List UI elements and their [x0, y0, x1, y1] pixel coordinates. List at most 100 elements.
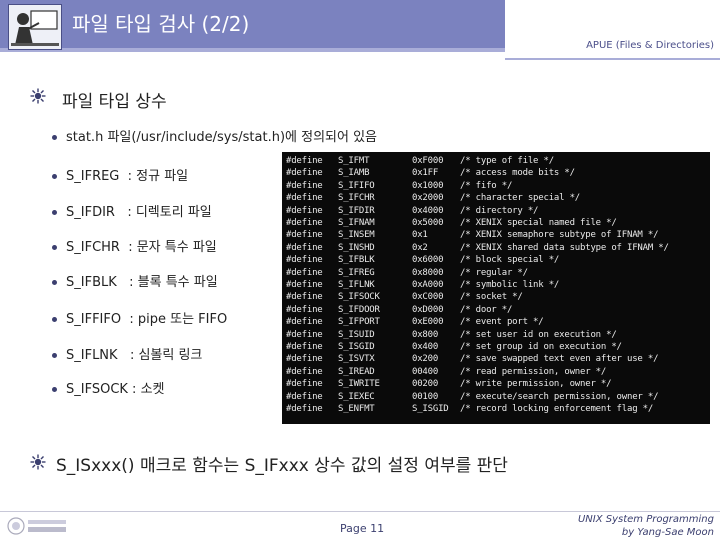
- code-val: 0x1: [412, 230, 428, 241]
- code-cmt: /* directory */: [460, 205, 539, 216]
- code-val: 0x800: [412, 329, 439, 340]
- code-cmt: /* character special */: [460, 193, 581, 204]
- code-def: #define: [286, 218, 323, 228]
- code-cmt: /* write permission, owner */: [460, 379, 612, 390]
- footer-credit: UNIX System Programming by Yang-Sae Moon: [578, 513, 714, 539]
- code-name: S_INSHD: [338, 242, 375, 253]
- code-cmt: /* type of file */: [460, 156, 554, 166]
- credit-line: by Yang-Sae Moon: [621, 527, 714, 538]
- list-item-text: S_IFDIR : 디렉토리 파일: [66, 205, 212, 220]
- code-val: 0x2: [412, 242, 428, 253]
- code-def: #define: [286, 404, 323, 414]
- code-name: S_IFREG: [338, 267, 375, 278]
- code-name: S_IFMT: [338, 156, 370, 166]
- code-def: #define: [286, 391, 323, 402]
- code-def: #define: [286, 317, 323, 328]
- code-cmt: /* record locking enforcement flag */: [460, 404, 654, 414]
- code-val: 0x200: [412, 354, 439, 365]
- code-name: S_IAMB: [338, 168, 370, 179]
- code-val: 0x1FF: [412, 168, 439, 179]
- code-cmt: /* block special */: [460, 255, 560, 266]
- code-val: 0x4000: [412, 205, 444, 216]
- code-name: S_IFLNK: [338, 280, 375, 290]
- code-def: #define: [286, 242, 323, 253]
- code-val: 0xA000: [412, 280, 444, 290]
- code-def: #define: [286, 280, 323, 290]
- list-item: S_IFDIR : 디렉토리 파일: [52, 201, 212, 220]
- code-cmt: /* socket */: [460, 292, 523, 303]
- bullet-dot-icon: [52, 317, 57, 322]
- code-name: S_IFIFO: [338, 180, 375, 191]
- code-val: 0x400: [412, 342, 439, 352]
- bullet-dot-icon: [52, 210, 57, 215]
- code-def: #define: [286, 156, 323, 166]
- code-name: S_IWRITE: [338, 379, 380, 390]
- code-cmt: /* access mode bits */: [460, 168, 575, 179]
- code-name: S_ISGID: [338, 342, 375, 352]
- code-val: 00400: [412, 366, 439, 377]
- code-def: #define: [286, 329, 323, 340]
- code-name: S_IFNAM: [338, 218, 375, 228]
- code-cmt: /* XENIX special named file */: [460, 218, 617, 228]
- credit-line: UNIX System Programming: [577, 514, 714, 525]
- bullet-dot-icon: [52, 280, 57, 285]
- code-name: S_IEXEC: [338, 391, 375, 402]
- presenter-icon: [8, 4, 62, 50]
- list-item: S_IFREG : 정규 파일: [52, 165, 188, 184]
- code-val: 0x5000: [412, 218, 444, 228]
- list-item-text: stat.h 파일(/usr/include/sys/stat.h)에 정의되어…: [66, 130, 378, 145]
- list-item: S_IFFIFO : pipe 또는 FIFO: [52, 308, 227, 327]
- list-item: S_IFBLK : 블록 특수 파일: [52, 271, 218, 290]
- list-item-text: S_IFREG : 정규 파일: [66, 169, 189, 184]
- code-name: S_ISUID: [338, 329, 375, 340]
- bullet-dot-icon: [52, 387, 57, 392]
- code-name: S_IFDOOR: [338, 304, 380, 315]
- code-cmt: /* door */: [460, 304, 513, 315]
- code-val: 0xC000: [412, 292, 444, 303]
- bullet-dot-icon: [52, 135, 57, 140]
- code-val: 00100: [412, 391, 439, 402]
- code-def: #define: [286, 292, 323, 303]
- code-cmt: /* symbolic link */: [460, 280, 560, 290]
- bullet-dot-icon: [52, 245, 57, 250]
- code-name: S_ISVTX: [338, 354, 375, 365]
- code-val: 0xE000: [412, 317, 444, 328]
- footer-divider: [0, 511, 720, 512]
- slide-title: 파일 타입 검사 (2/2): [72, 12, 250, 36]
- list-item: S_IFSOCK : 소켓: [52, 378, 165, 397]
- code-listing: #define S_IFMT 0xF000 /* type of file */ #de…: [282, 152, 710, 424]
- code-val: 0x8000: [412, 267, 444, 278]
- code-def: #define: [286, 366, 323, 377]
- code-cmt: /* set user id on execution */: [460, 329, 617, 340]
- code-def: #define: [286, 230, 323, 241]
- code-def: #define: [286, 168, 323, 179]
- list-item-text: S_IFSOCK : 소켓: [66, 382, 165, 397]
- code-def: #define: [286, 304, 323, 315]
- code-cmt: /* execute/search permission, owner */: [460, 391, 659, 402]
- code-def: #define: [286, 379, 323, 390]
- list-item-text: S_IFLNK : 심볼릭 링크: [66, 348, 203, 363]
- bullet-dot-icon: [52, 353, 57, 358]
- university-logo-icon: [6, 515, 70, 537]
- code-def: #define: [286, 255, 323, 266]
- code-cmt: /* regular */: [460, 267, 528, 278]
- code-val: 00200: [412, 379, 439, 390]
- code-def: #define: [286, 267, 323, 278]
- code-cmt: /* event port */: [460, 317, 544, 328]
- code-name: S_INSEM: [338, 230, 375, 241]
- list-item: S_IFCHR : 문자 특수 파일: [52, 236, 217, 255]
- header-right-box: [505, 0, 720, 60]
- section-title: 파일 타입 상수: [62, 92, 167, 112]
- code-cmt: /* XENIX semaphore subtype of IFNAM */: [460, 230, 659, 241]
- code-def: #define: [286, 193, 323, 204]
- slide-header: 파일 타입 검사 (2/2) APUE (Files & Directories…: [0, 0, 720, 60]
- code-val: 0x6000: [412, 255, 444, 266]
- code-val: 0xF000: [412, 156, 444, 166]
- code-name: S_IFDIR: [338, 205, 375, 216]
- code-def: #define: [286, 342, 323, 352]
- list-item: stat.h 파일(/usr/include/sys/stat.h)에 정의되어…: [52, 126, 377, 145]
- code-val: 0xD000: [412, 304, 444, 315]
- code-val: S_ISGID: [412, 404, 449, 414]
- section-title: S_ISxxx() 매크로 함수는 S_IFxxx 상수 값의 설정 여부를 판…: [56, 456, 508, 476]
- code-name: S_IFCHR: [338, 193, 375, 204]
